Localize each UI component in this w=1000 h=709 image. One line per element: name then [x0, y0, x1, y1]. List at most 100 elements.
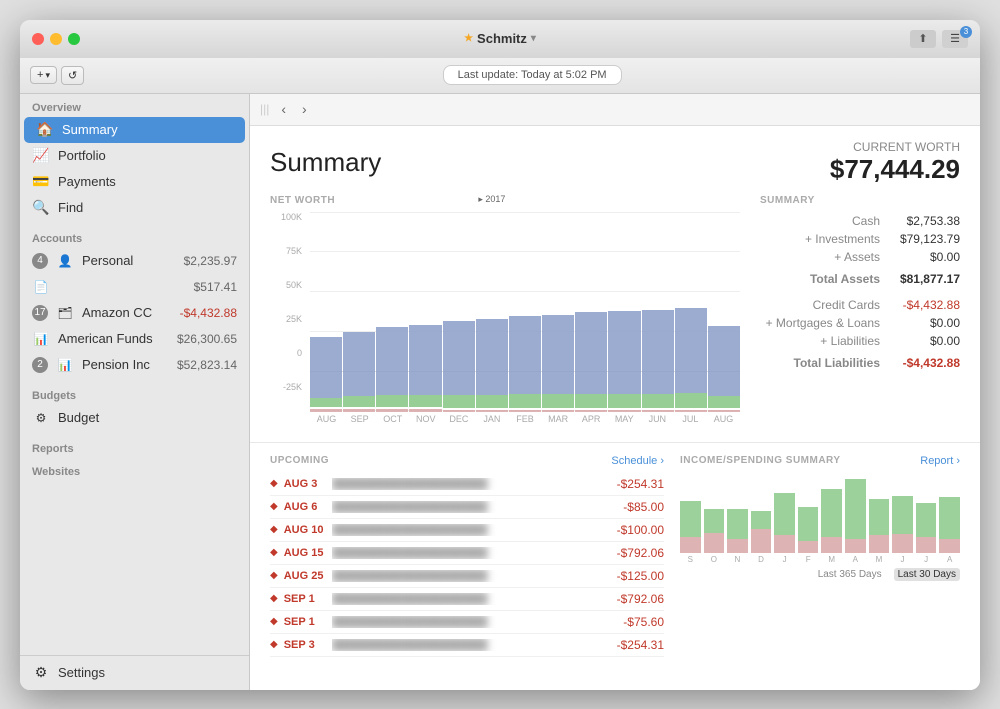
upcoming-amount-7: -$254.31	[594, 638, 664, 652]
mini-x-label-1: O	[704, 555, 725, 564]
bar-stack-5	[476, 319, 508, 408]
mini-bar-group-0	[680, 473, 701, 553]
star-icon: ★	[464, 33, 473, 44]
sidebar-item-portfolio[interactable]: 📈 Portfolio	[20, 143, 249, 169]
sidebar-item-amazon[interactable]: 17 🗂 Amazon CC -$4,432.88	[20, 300, 249, 326]
mini-bar-income-5	[798, 507, 819, 541]
mini-bar-group-9	[892, 473, 913, 553]
y-label-100k: 100K	[270, 212, 306, 222]
sidebar-label-budget: Budget	[58, 410, 237, 425]
summary-row-label-4: Credit Cards	[760, 298, 880, 312]
bar-stack-8	[575, 312, 607, 408]
period-30-button[interactable]: Last 30 Days	[894, 568, 960, 581]
minimize-button[interactable]	[50, 33, 62, 45]
bar-col-7	[542, 212, 574, 412]
upcoming-amount-4: -$125.00	[594, 569, 664, 583]
mini-bar-group-8	[869, 473, 890, 553]
year-marker: ▸ 2017	[478, 194, 505, 205]
american-funds-icon: 📊	[32, 330, 50, 348]
portfolio-icon: 📈	[32, 147, 50, 165]
sidebar-label-payments: Payments	[58, 174, 237, 189]
sidebar-item-pension-inc[interactable]: 2 📊 Pension Inc $52,823.14	[20, 352, 249, 378]
bar-stack-10	[642, 310, 674, 408]
sidebar-item-find[interactable]: 🔍 Find	[20, 195, 249, 221]
bar-neg-5	[476, 410, 508, 412]
export-button[interactable]: ⬆	[910, 30, 936, 48]
sidebar-label-pension-inc: Pension Inc	[82, 357, 169, 372]
back-button[interactable]: ‹	[277, 99, 290, 119]
upcoming-desc-1: ████████████████████	[332, 501, 588, 513]
bar-pos-9	[608, 311, 640, 394]
upcoming-amount-5: -$792.06	[594, 592, 664, 606]
refresh-button[interactable]: ↺	[61, 66, 84, 85]
accounts-label: Accounts	[20, 225, 249, 248]
acc2-icon: 📄	[32, 278, 50, 296]
upcoming-date-6: SEP 1	[284, 616, 326, 628]
schedule-link[interactable]: Schedule ›	[611, 455, 664, 467]
bar-stack-2	[376, 327, 408, 407]
bar-stack-3	[409, 325, 441, 407]
upcoming-amount-2: -$100.00	[594, 523, 664, 537]
update-text: Last update: Today at 5:02 PM	[458, 69, 607, 81]
close-button[interactable]	[32, 33, 44, 45]
x-label-8: APR	[575, 414, 608, 424]
mini-chart	[680, 473, 960, 553]
summary-row-value-6: $0.00	[880, 334, 960, 348]
bar-pos-0	[310, 337, 342, 398]
bar-pos-6	[509, 316, 541, 394]
mini-bar-income-6	[821, 489, 842, 537]
forward-button[interactable]: ›	[298, 99, 311, 119]
sidebar-item-personal[interactable]: 4 👤 Personal $2,235.97	[20, 248, 249, 274]
sidebar-label-find: Find	[58, 200, 237, 215]
bar-pos-4	[443, 321, 475, 395]
sidebar-item-settings[interactable]: ⚙ Settings	[32, 664, 237, 682]
income-header: INCOME/SPENDING SUMMARY Report ›	[680, 455, 960, 467]
upcoming-amount-0: -$254.31	[594, 477, 664, 491]
mini-x-label-5: F	[798, 555, 819, 564]
bar-stack-6	[509, 316, 541, 408]
bar-green-7	[542, 394, 574, 408]
section-row: NET WORTH 100K 75K 50K 25K 0	[270, 195, 960, 432]
x-label-1: SEP	[343, 414, 376, 424]
sidebar-label-personal: Personal	[82, 253, 176, 268]
notifications-button[interactable]: ☰ 3	[942, 30, 968, 48]
personal-badge: 4	[32, 253, 48, 269]
y-label-25k: 25K	[270, 314, 306, 324]
mini-bar-group-11	[939, 473, 960, 553]
mini-bar-income-4	[774, 493, 795, 535]
sidebar-item-american-funds[interactable]: 📊 American Funds $26,300.65	[20, 326, 249, 352]
x-labels: AUGSEPOCTNOVDECJANFEBMARAPRMAYJUNJULAUG	[310, 414, 740, 424]
summary-section-label: SUMMARY	[760, 195, 960, 206]
current-worth-value: $77,444.29	[830, 154, 960, 185]
bar-col-6	[509, 212, 541, 412]
y-label-neg25k: -25K	[270, 382, 306, 392]
pension-value: $52,823.14	[177, 358, 237, 372]
bar-green-5	[476, 395, 508, 408]
upcoming-row-4: ◆AUG 25████████████████████-$125.00	[270, 565, 664, 588]
mini-bar-income-0	[680, 501, 701, 537]
sidebar-item-budget[interactable]: ⚙ Budget	[20, 405, 249, 431]
sidebar-item-payments[interactable]: 💳 Payments	[20, 169, 249, 195]
bar-pos-10	[642, 310, 674, 394]
report-link[interactable]: Report ›	[920, 455, 960, 467]
mini-x-label-9: J	[892, 555, 913, 564]
titlebar: ★ Schmitz ▾ ⬆ ☰ 3	[20, 20, 980, 58]
summary-row-5: + Mortgages & Loans$0.00	[760, 314, 960, 332]
summary-row-value-7: -$4,432.88	[880, 356, 960, 370]
sidebar-item-summary[interactable]: 🏠 Summary	[24, 117, 245, 143]
upcoming-arrow-2: ◆	[270, 524, 278, 535]
upcoming-date-7: SEP 3	[284, 639, 326, 651]
net-worth-section: NET WORTH 100K 75K 50K 25K 0	[250, 195, 980, 443]
bar-pos-1	[343, 332, 375, 396]
add-button[interactable]: + ▾	[30, 66, 57, 84]
upcoming-arrow-0: ◆	[270, 478, 278, 489]
maximize-button[interactable]	[68, 33, 80, 45]
period-365-button[interactable]: Last 365 Days	[814, 568, 886, 581]
websites-label: Websites	[20, 458, 249, 481]
sidebar-item-acc2[interactable]: 📄 $517.41	[20, 274, 249, 300]
bar-neg-8	[575, 410, 607, 412]
main-window: ★ Schmitz ▾ ⬆ ☰ 3 + ▾ ↺ Last update: Tod…	[20, 20, 980, 690]
overview-label: Overview	[20, 94, 249, 117]
x-label-5: JAN	[475, 414, 508, 424]
mini-bar-income-8	[869, 499, 890, 535]
